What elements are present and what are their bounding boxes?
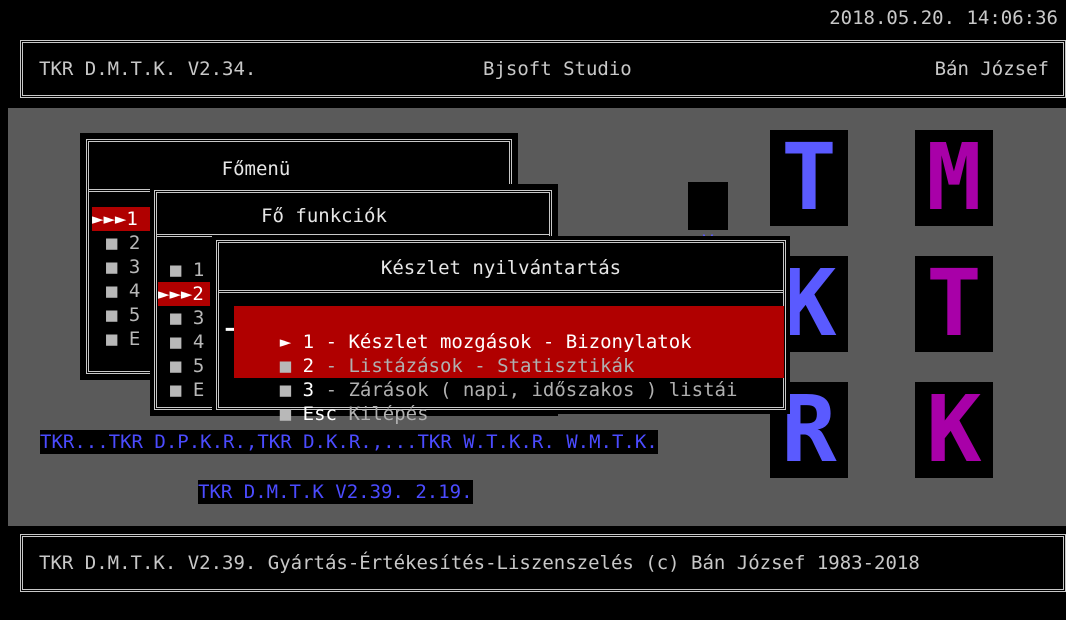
clock: 2018.05.20. 14:06:36 (829, 7, 1058, 29)
functions-menu-item-exit[interactable]: ■ E (170, 378, 204, 402)
version-strip: TKR D.M.T.K V2.39. 2.19. (198, 480, 473, 504)
copyright-text: TKR D.M.T.K. V2.39. Gyártás-Értékesítés-… (39, 552, 920, 574)
functions-menu-item-3[interactable]: ■ 3 (170, 306, 204, 330)
functions-menu-item-2[interactable]: ►►►2 (158, 282, 210, 306)
app-title: TKR D.M.T.K. V2.34. (39, 58, 257, 80)
logo-letter-t2: T (915, 256, 993, 352)
functions-menu-item-1[interactable]: ■ 1 (170, 258, 204, 282)
functions-menu-item-4[interactable]: ■ 4 (170, 330, 204, 354)
main-menu-title: Főmenü (221, 158, 291, 180)
header-bar: TKR D.M.T.K. V2.34. Bjsoft Studio Bán Jó… (20, 40, 1066, 98)
product-list-strip: TKR...TKR D.P.K.R.,TKR D.K.R.,...TKR W.T… (40, 430, 658, 454)
user-name: Bán József (934, 58, 1049, 80)
item-label: Kilépés (348, 403, 429, 425)
logo-letter-t1: T (770, 130, 848, 226)
logo-letter-m: M (915, 130, 993, 226)
functions-menu-item-5[interactable]: ■ 5 (170, 354, 204, 378)
main-menu-item-3[interactable]: ■ 3 (106, 255, 140, 279)
logo-letter-k2: K (915, 382, 993, 478)
main-menu-item-exit[interactable]: ■ E (106, 327, 140, 351)
square-bullet-icon: ■ (279, 403, 292, 425)
item-key: Esc (302, 403, 337, 425)
main-menu-item-4[interactable]: ■ 4 (106, 279, 140, 303)
stock-menu-title: Készlet nyilvántartás (380, 257, 622, 279)
functions-menu-title: Fő funkciók (261, 205, 387, 227)
main-menu-item-5[interactable]: ■ 5 (106, 303, 140, 327)
main-menu-item-2[interactable]: ■ 2 (106, 231, 140, 255)
stock-menu-window: Készlet nyilvántartás ▁ ► 1 - Készlet mo… (212, 236, 790, 425)
side-version-box: V 6 (688, 182, 728, 325)
footer-bar: TKR D.M.T.K. V2.39. Gyártás-Értékesítés-… (20, 534, 1066, 592)
studio-name: Bjsoft Studio (483, 58, 632, 80)
main-menu-item-1[interactable]: ►►►1 (92, 207, 150, 231)
